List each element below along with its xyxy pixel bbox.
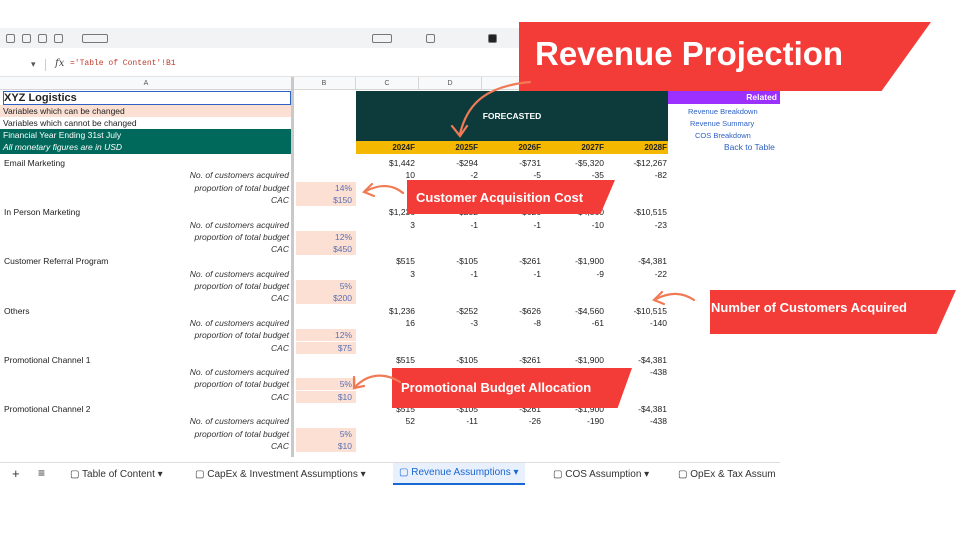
arrow-revenue-projection	[458, 80, 532, 136]
arrow-cac	[364, 184, 405, 195]
arrow-promo	[354, 374, 402, 388]
arrow-head	[450, 124, 469, 138]
annotation-arrows	[352, 80, 696, 390]
arrow-customers	[654, 292, 696, 302]
